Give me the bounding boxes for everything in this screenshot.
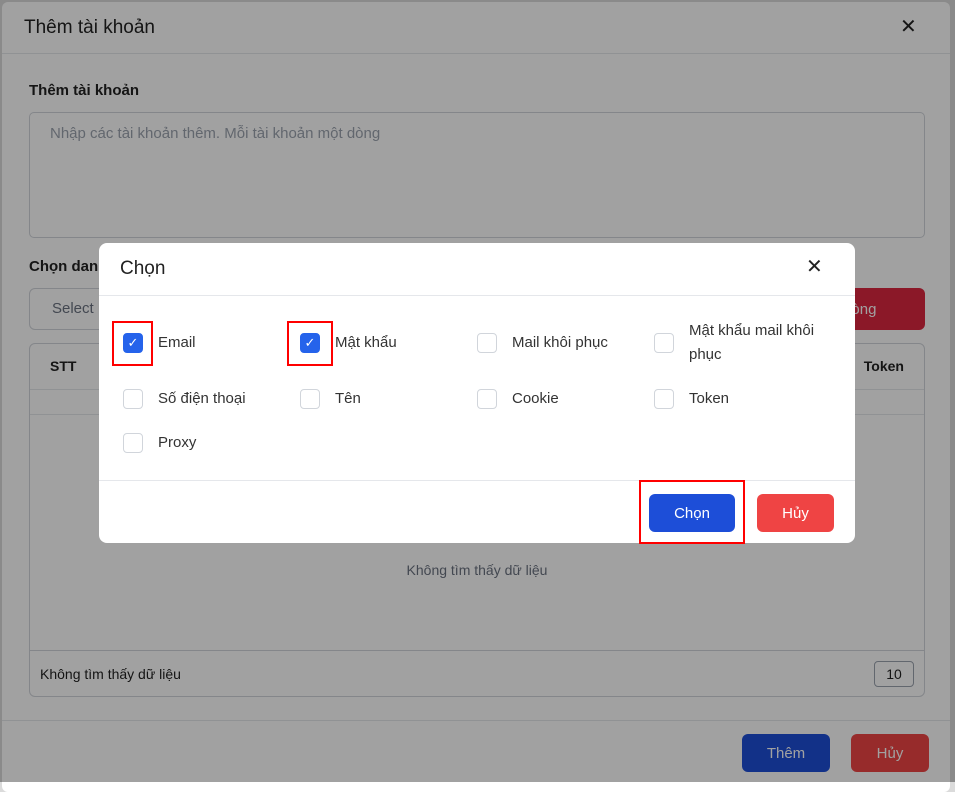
checkbox-icon[interactable] xyxy=(123,433,143,453)
highlight-confirm xyxy=(639,480,745,544)
option-label: Mật khẩu mail khôi phục xyxy=(689,322,815,363)
highlight-password xyxy=(287,321,333,366)
option-số-điện-thoại[interactable]: Số điện thoại xyxy=(123,387,246,411)
checkbox-icon[interactable] xyxy=(654,333,674,353)
option-cookie[interactable]: Cookie xyxy=(477,387,559,411)
checkbox-icon[interactable] xyxy=(477,333,497,353)
checkbox-icon[interactable] xyxy=(300,389,320,409)
option-label: Email xyxy=(158,334,196,351)
checkbox-icon[interactable] xyxy=(123,389,143,409)
checkbox-icon[interactable] xyxy=(477,389,497,409)
option-label: Token xyxy=(689,390,730,407)
option-label: Tên xyxy=(335,390,361,407)
option-label: Mật khẩu xyxy=(335,334,397,351)
option-proxy[interactable]: Proxy xyxy=(123,431,196,455)
option-token[interactable]: Token xyxy=(654,387,729,411)
option-label: Cookie xyxy=(512,390,559,407)
option-label: Mail khôi phục xyxy=(512,334,608,351)
checkbox-icon[interactable] xyxy=(654,389,674,409)
option-mail-khôi-phục[interactable]: Mail khôi phục xyxy=(477,331,608,355)
modal-cancel-button[interactable]: Hủy xyxy=(757,494,834,532)
option-tên[interactable]: Tên xyxy=(300,387,361,411)
option-mật-khẩu-mail-khôi-phục[interactable]: Mật khẩu mail khôi phục xyxy=(654,319,834,367)
modal-title: Chọn xyxy=(99,243,855,296)
modal-close-icon[interactable]: ✕ xyxy=(806,254,823,279)
option-label: Số điện thoại xyxy=(158,390,246,407)
highlight-email xyxy=(112,321,153,366)
option-label: Proxy xyxy=(158,434,197,451)
